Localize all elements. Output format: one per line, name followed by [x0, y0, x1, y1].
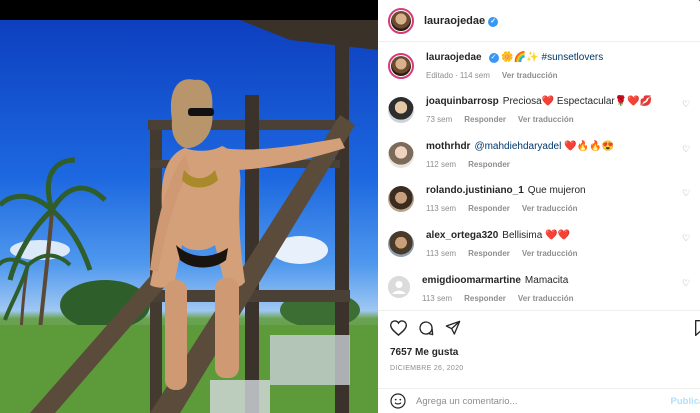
comment-username[interactable]: joaquinbarrosp	[426, 96, 499, 107]
post-actions	[378, 310, 700, 344]
comment-icon[interactable]	[418, 320, 434, 336]
caption-username[interactable]: lauraojedae	[426, 52, 482, 63]
comment-username[interactable]: emigdioomarmartine	[422, 275, 521, 286]
comment-age[interactable]: 113 sem	[426, 249, 456, 258]
reply-button[interactable]: Responder	[464, 294, 506, 303]
comment-age[interactable]: 113 sem	[426, 204, 456, 213]
comments-list[interactable]: lauraojedae ✓ 🌼🌈✨ #sunsetlovers Editado · 1…	[378, 43, 700, 309]
emoji-icon[interactable]	[390, 393, 406, 409]
caption-emojis: 🌼🌈✨	[501, 52, 539, 63]
comment-text: Que mujeron	[527, 185, 586, 196]
comment-item: rolando.justiniano_1 Que mujeron 113 sem R…	[388, 184, 690, 213]
post-panel: lauraojedae ✓ lauraojedae ✓ 🌼🌈✨ #sunsetlov…	[378, 0, 700, 413]
post-header: lauraojedae ✓	[378, 0, 700, 42]
add-comment-bar: Agrega un comentario... Publicar	[378, 388, 700, 413]
see-translation-button[interactable]: Ver traducción	[522, 249, 578, 258]
comment-item: alex_ortega320 Bellisima ❤️❤️ 113 sem Resp…	[388, 229, 690, 258]
heart-icon[interactable]	[390, 320, 407, 336]
verified-icon: ✓	[488, 53, 499, 63]
comment-username[interactable]: rolando.justiniano_1	[426, 185, 524, 196]
hashtag-link[interactable]: #sunsetlovers	[542, 52, 604, 63]
post-modal: lauraojedae ✓ lauraojedae ✓ 🌼🌈✨ #sunsetlov…	[0, 0, 700, 413]
verified-icon: ✓	[488, 16, 499, 27]
publish-button[interactable]: Publicar	[671, 396, 700, 407]
comment-item: emigdioomarmartine Mamacita 113 sem Respon…	[388, 274, 690, 303]
author-avatar[interactable]	[388, 7, 414, 34]
author-username[interactable]: lauraojedae ✓	[424, 15, 499, 27]
commenter-avatar[interactable]	[388, 276, 410, 298]
post-date: DICIEMBRE 26, 2020	[390, 365, 464, 372]
share-icon[interactable]	[445, 320, 461, 336]
post-age[interactable]: 114 sem	[460, 71, 490, 80]
edited-label: Editado	[426, 71, 454, 80]
comment-item: mothrhdr @mahdiehdaryadel ❤️🔥🔥😍 112 sem Re…	[388, 140, 690, 169]
see-translation-button[interactable]: Ver traducción	[522, 204, 578, 213]
see-translation-button[interactable]: Ver traducción	[518, 115, 574, 124]
default-user-icon	[388, 276, 410, 298]
comment-text: @mahdiehdaryadel ❤️🔥🔥😍	[474, 141, 614, 152]
comment-item: joaquinbarrosp Preciosa❤️ Espectacular🌹❤️…	[388, 95, 690, 124]
caption: lauraojedae ✓ 🌼🌈✨ #sunsetlovers Editado · 1…	[388, 51, 603, 80]
see-translation-button[interactable]: Ver traducción	[502, 71, 558, 80]
see-translation-button[interactable]: Ver traducción	[518, 294, 574, 303]
reply-button[interactable]: Responder	[464, 115, 506, 124]
comment-text: Bellisima ❤️❤️	[502, 230, 570, 241]
bookmark-icon[interactable]	[694, 320, 700, 336]
comment-text: Mamacita	[524, 275, 569, 286]
reply-button[interactable]: Responder	[468, 160, 510, 169]
commenter-avatar[interactable]	[388, 186, 414, 212]
commenter-avatar[interactable]	[388, 97, 414, 123]
likes-count[interactable]: 7657 Me gusta	[390, 347, 458, 358]
comment-age[interactable]: 113 sem	[422, 294, 452, 303]
author-avatar[interactable]	[388, 53, 414, 79]
comment-input[interactable]: Agrega un comentario...	[416, 396, 517, 407]
commenter-avatar[interactable]	[388, 231, 414, 257]
post-photo[interactable]	[0, 20, 378, 413]
reply-button[interactable]: Responder	[468, 204, 510, 213]
comment-text: Preciosa❤️ Espectacular🌹❤️💋	[502, 96, 653, 107]
commenter-avatar[interactable]	[388, 142, 414, 168]
comment-username[interactable]: mothrhdr	[426, 141, 470, 152]
comment-age[interactable]: 73 sem	[426, 115, 452, 124]
reply-button[interactable]: Responder	[468, 249, 510, 258]
comment-age[interactable]: 112 sem	[426, 160, 456, 169]
comment-username[interactable]: alex_ortega320	[426, 230, 498, 241]
